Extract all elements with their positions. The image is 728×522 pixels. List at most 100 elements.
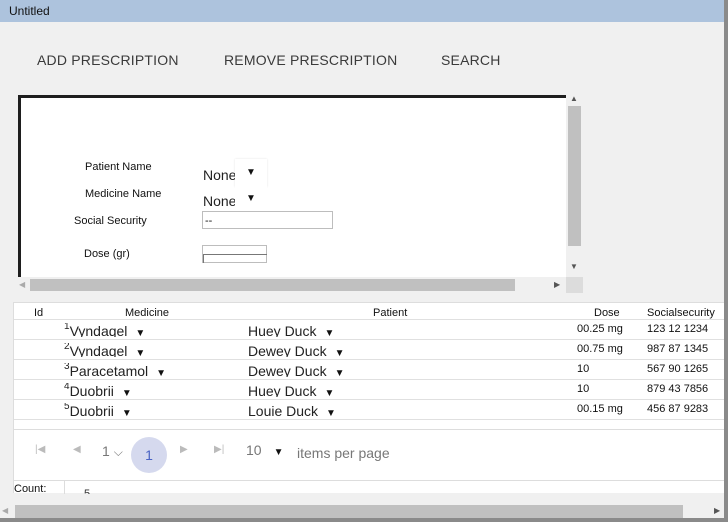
row-id: 2 (64, 343, 70, 352)
table-row[interactable]: 2Vyndaqel ▼ Dewey Duck ▼ 00.75 mg 987 87 1… (14, 339, 724, 360)
title-bar: Untitled (0, 0, 724, 22)
patient-cell[interactable]: Dewey Duck ▼ (248, 343, 345, 357)
dose-cell: 10 (577, 363, 590, 375)
count-value: 5 (84, 488, 91, 494)
page-size-select[interactable]: 10 ▼ (246, 442, 283, 458)
dropdown-arrow-icon[interactable]: ▼ (135, 348, 145, 357)
page-select[interactable]: 1 ⌵ (102, 443, 123, 460)
app-window: Untitled ADD PRESCRIPTION REMOVE PRESCRI… (0, 0, 727, 521)
patient-name-label: Patient Name (85, 161, 152, 173)
dropdown-arrow-icon[interactable]: ▼ (156, 368, 166, 377)
dose-cell: 00.75 mg (577, 343, 623, 355)
ssn-cell: 567 90 1265 (647, 363, 709, 375)
dose-input-inner (203, 254, 267, 263)
dropdown-arrow-icon[interactable]: ▼ (324, 328, 334, 337)
column-header-patient[interactable]: Patient (373, 307, 407, 319)
dropdown-arrow-icon[interactable]: ▼ (274, 447, 284, 458)
medicine-cell[interactable]: 5Duobrii ▼ (64, 403, 132, 417)
dose-input[interactable] (202, 245, 267, 263)
page-select-value: 1 (102, 443, 110, 459)
scroll-down-icon[interactable]: ▼ (570, 262, 578, 271)
row-id: 4 (64, 383, 70, 392)
form-vertical-scrollbar[interactable]: ▲ ▼ (566, 94, 583, 277)
patient-value: Dewey Duck (248, 343, 327, 357)
patient-value: Dewey Duck (248, 363, 327, 377)
dropdown-arrow-icon[interactable]: ▼ (324, 388, 334, 397)
column-header-socialsecurity[interactable]: Socialsecurity (647, 307, 715, 319)
scroll-right-icon[interactable]: ▶ (714, 506, 720, 515)
scroll-left-icon[interactable]: ◀ (2, 506, 8, 515)
social-security-input[interactable]: -- (202, 211, 333, 229)
patient-value: Huey Duck (248, 383, 317, 397)
dose-cell: 00.25 mg (577, 323, 623, 335)
dropdown-arrow-icon[interactable]: ▼ (235, 159, 267, 187)
dose-cell: 10 (577, 383, 590, 395)
medicine-value: Paracetamol (69, 363, 149, 377)
window-horizontal-scroll-thumb[interactable] (15, 505, 683, 518)
prescriptions-grid: Id Medicine Patient Dose Socialsecurity … (13, 302, 724, 495)
column-header-medicine[interactable]: Medicine (125, 307, 169, 319)
medicine-cell[interactable]: 3Paracetamol ▼ (64, 363, 166, 377)
ssn-cell: 123 12 1234 (647, 323, 709, 335)
table-row[interactable]: 5Duobrii ▼ Louie Duck ▼ 00.15 mg 456 87 92… (14, 399, 724, 420)
medicine-cell[interactable]: 2Vyndaqel ▼ (64, 343, 145, 357)
table-row[interactable]: 4Duobrii ▼ Huey Duck ▼ 10 879 43 7856 (14, 379, 724, 400)
items-per-page-label: items per page (297, 445, 390, 461)
count-separator (64, 480, 65, 494)
medicine-value: Vyndaqel (69, 323, 128, 337)
remove-prescription-button[interactable]: REMOVE PRESCRIPTION (224, 52, 397, 68)
row-id: 1 (64, 323, 70, 332)
pager: |◀ ◀ 1 ⌵ 1 ▶ ▶| 10 ▼ items per page (14, 429, 724, 481)
row-id: 3 (64, 363, 70, 372)
medicine-name-label: Medicine Name (85, 188, 162, 200)
ssn-cell: 879 43 7856 (647, 383, 709, 395)
next-page-icon[interactable]: ▶ (180, 444, 188, 455)
patient-cell[interactable]: Louie Duck ▼ (248, 403, 336, 417)
scroll-right-icon[interactable]: ▶ (554, 280, 560, 289)
dropdown-arrow-icon[interactable]: ▼ (122, 388, 132, 397)
scroll-up-icon[interactable]: ▲ (570, 94, 578, 103)
scrollbar-corner (566, 277, 583, 293)
medicine-name-value: None (203, 193, 237, 209)
patient-cell[interactable]: Dewey Duck ▼ (248, 363, 345, 377)
dropdown-arrow-icon[interactable]: ▼ (235, 187, 267, 211)
patient-value: Louie Duck (248, 403, 319, 417)
dose-label: Dose (gr) (84, 248, 130, 260)
first-page-icon[interactable]: |◀ (35, 444, 45, 455)
dropdown-arrow-icon[interactable]: ▼ (122, 408, 132, 417)
dropdown-arrow-icon[interactable]: ▼ (135, 328, 145, 337)
last-page-icon[interactable]: ▶| (214, 444, 224, 455)
form-vertical-scroll-thumb[interactable] (568, 106, 581, 246)
dose-cell: 00.15 mg (577, 403, 623, 415)
table-row[interactable]: 1Vyndaqel ▼ Huey Duck ▼ 00.25 mg 123 12 12… (14, 319, 724, 340)
patient-cell[interactable]: Huey Duck ▼ (248, 323, 334, 337)
ssn-cell: 456 87 9283 (647, 403, 709, 415)
medicine-cell[interactable]: 1Vyndaqel ▼ (64, 323, 145, 337)
table-row[interactable]: 3Paracetamol ▼ Dewey Duck ▼ 10 567 90 1265 (14, 359, 724, 380)
column-header-id[interactable]: Id (34, 307, 43, 319)
form-horizontal-scrollbar[interactable]: ◀ ▶ (18, 277, 566, 293)
ssn-cell: 987 87 1345 (647, 343, 709, 355)
window-horizontal-scrollbar[interactable]: ◀ ▶ (0, 500, 724, 518)
current-page-button[interactable]: 1 (131, 437, 167, 473)
medicine-value: Duobrii (69, 383, 114, 397)
form-horizontal-scroll-thumb[interactable] (30, 279, 515, 291)
dropdown-arrow-icon[interactable]: ▼ (335, 368, 345, 377)
patient-cell[interactable]: Huey Duck ▼ (248, 383, 334, 397)
prescription-form-scroll-area: Patient Name None ▼ Medicine Name None ▼… (18, 94, 583, 293)
social-security-label: Social Security (74, 215, 147, 227)
search-button[interactable]: SEARCH (441, 52, 501, 68)
medicine-cell[interactable]: 4Duobrii ▼ (64, 383, 132, 397)
dropdown-arrow-icon[interactable]: ▼ (326, 408, 336, 417)
patient-name-value: None (203, 167, 237, 183)
count-label: Count: (14, 483, 47, 495)
page-size-value: 10 (246, 442, 262, 458)
dropdown-arrow-icon[interactable]: ▼ (335, 348, 345, 357)
prev-page-icon[interactable]: ◀ (73, 444, 81, 455)
scroll-left-icon[interactable]: ◀ (19, 280, 25, 289)
chevron-down-icon[interactable]: ⌵ (114, 445, 123, 459)
count-row: Count: 5 (14, 480, 724, 495)
medicine-value: Duobrii (69, 403, 114, 417)
add-prescription-button[interactable]: ADD PRESCRIPTION (37, 52, 179, 68)
column-header-dose[interactable]: Dose (594, 307, 620, 319)
